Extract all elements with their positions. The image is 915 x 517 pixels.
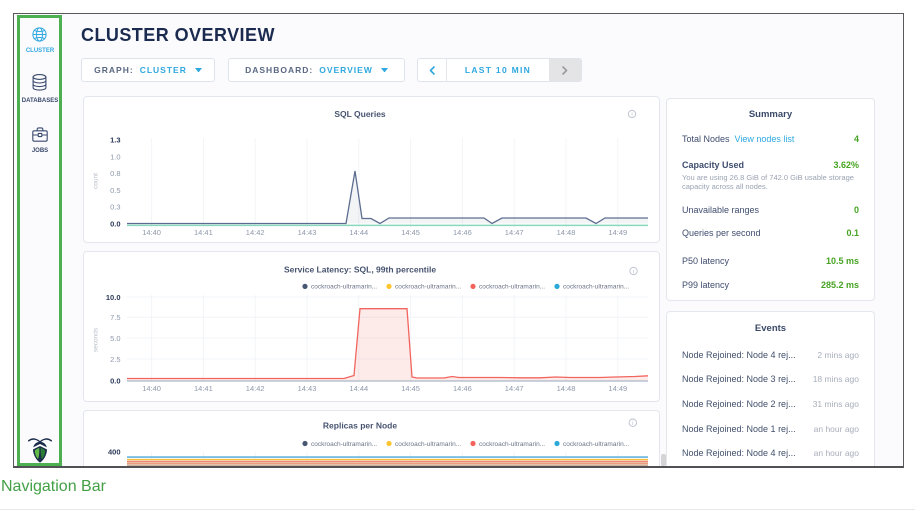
svg-text:14:42: 14:42	[246, 384, 265, 393]
svg-text:14:47: 14:47	[505, 384, 524, 393]
svg-text:cockroach-ultramarin...: cockroach-ultramarin...	[563, 284, 629, 291]
svg-text:0.8: 0.8	[110, 169, 120, 178]
svg-text:14:46: 14:46	[453, 228, 472, 237]
svg-text:1.0: 1.0	[110, 152, 120, 161]
svg-text:14:49: 14:49	[608, 384, 627, 393]
svg-text:14:43: 14:43	[298, 228, 317, 237]
svg-text:14:49: 14:49	[608, 228, 627, 237]
svg-text:14:41: 14:41	[194, 384, 213, 393]
svg-text:cockroach-ultramarin...: cockroach-ultramarin...	[311, 284, 377, 291]
svg-text:cockroach-ultramarin...: cockroach-ultramarin...	[395, 284, 461, 291]
svg-text:0.0: 0.0	[110, 220, 120, 229]
svg-text:14:41: 14:41	[194, 228, 213, 237]
svg-text:2.5: 2.5	[110, 355, 120, 364]
svg-text:14:40: 14:40	[142, 384, 161, 393]
svg-text:14:47: 14:47	[505, 228, 524, 237]
svg-text:i: i	[633, 269, 634, 275]
svg-text:cockroach-ultramarin...: cockroach-ultramarin...	[479, 284, 545, 291]
svg-text:14:48: 14:48	[557, 384, 576, 393]
svg-text:14:44: 14:44	[349, 228, 368, 237]
svg-text:Service Latency: SQL, 99th per: Service Latency: SQL, 99th percentile	[284, 264, 436, 274]
svg-text:cockroach-ultramarin...: cockroach-ultramarin...	[563, 441, 629, 448]
svg-text:i: i	[632, 421, 633, 427]
svg-text:5.0: 5.0	[110, 334, 120, 343]
svg-text:400: 400	[108, 447, 121, 456]
svg-text:0.0: 0.0	[110, 377, 120, 386]
svg-text:seconds: seconds	[93, 327, 100, 352]
svg-text:14:45: 14:45	[401, 228, 420, 237]
svg-text:1.3: 1.3	[110, 136, 120, 145]
svg-text:count: count	[93, 173, 100, 189]
svg-text:14:42: 14:42	[246, 228, 265, 237]
svg-text:0.5: 0.5	[110, 186, 120, 195]
svg-text:7.5: 7.5	[110, 313, 120, 322]
svg-text:Replicas per Node: Replicas per Node	[323, 421, 397, 431]
svg-text:14:40: 14:40	[142, 228, 161, 237]
svg-text:cockroach-ultramarin...: cockroach-ultramarin...	[479, 441, 545, 448]
svg-text:10.0: 10.0	[106, 293, 121, 302]
svg-text:14:45: 14:45	[401, 384, 420, 393]
svg-text:i: i	[631, 112, 632, 118]
svg-text:SQL Queries: SQL Queries	[334, 109, 386, 119]
svg-text:14:44: 14:44	[349, 384, 368, 393]
svg-text:14:43: 14:43	[298, 384, 317, 393]
svg-text:cockroach-ultramarin...: cockroach-ultramarin...	[395, 441, 461, 448]
svg-text:14:46: 14:46	[453, 384, 472, 393]
svg-text:0.3: 0.3	[110, 203, 120, 212]
svg-text:14:48: 14:48	[557, 228, 576, 237]
svg-text:cockroach-ultramarin...: cockroach-ultramarin...	[311, 441, 377, 448]
